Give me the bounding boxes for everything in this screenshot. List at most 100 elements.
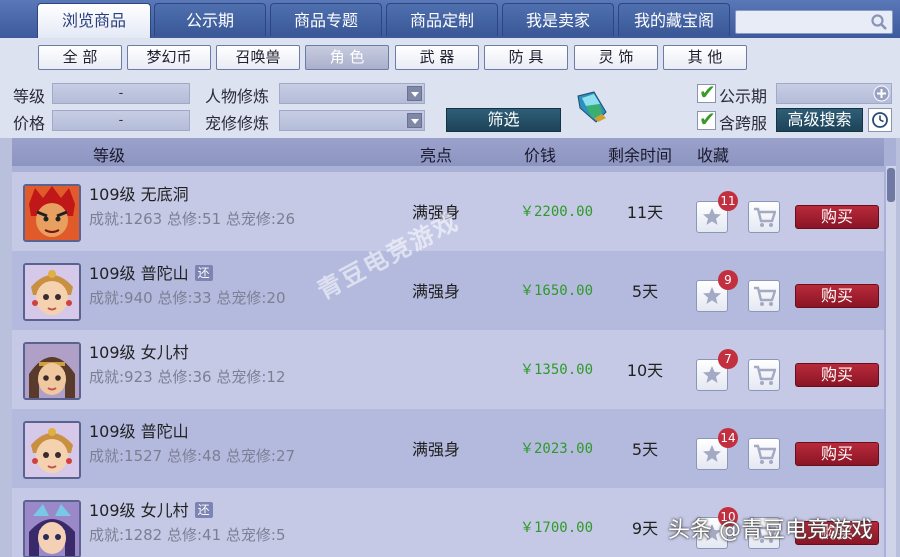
char-cultivation-select[interactable]	[279, 83, 425, 104]
plus-icon[interactable]	[873, 85, 890, 102]
pet-cultivation-select[interactable]	[279, 110, 425, 131]
scrollbar-thumb[interactable]	[887, 168, 895, 202]
filter-button[interactable]: 筛选	[446, 108, 561, 132]
category-coins[interactable]: 梦幻币	[127, 45, 211, 70]
price: ￥2023.00	[520, 441, 594, 457]
star-icon	[703, 366, 721, 383]
category-other[interactable]: 其 他	[663, 45, 747, 70]
character-stats: 成就:923 总修:36 总宠修:12	[89, 368, 286, 386]
cross-server-checkbox[interactable]	[697, 107, 716, 131]
category-all[interactable]: 全 部	[38, 45, 122, 70]
pet-cultivation-label: 宠修修炼	[205, 114, 270, 133]
cart-button[interactable]	[748, 438, 780, 470]
table-row[interactable]: 109级 普陀山还 成就:940 总修:33 总宠修:20 满强身 ￥1650.…	[12, 251, 884, 330]
character-stats: 成就:1282 总修:41 总宠修:5	[89, 526, 286, 544]
price: ￥1350.00	[520, 362, 594, 378]
highlight-text: 满强身	[412, 282, 461, 301]
buy-button[interactable]: 购买	[795, 442, 879, 466]
returned-badge: 还	[194, 502, 213, 518]
top-tab-bar: 浏览商品 公示期 商品专题 商品定制 我是卖家 我的藏宝阁	[0, 0, 900, 38]
col-favorite: 收藏	[697, 146, 730, 165]
character-stats: 成就:1527 总修:48 总宠修:27	[89, 447, 296, 465]
filter-panel: 等级 - 价格 - 人物修炼 宠修修炼 筛选 公示期 含跨服 高级搜索	[0, 76, 900, 138]
category-armor[interactable]: 防 具	[484, 45, 568, 70]
category-character[interactable]: 角 色	[305, 45, 389, 70]
cart-icon	[754, 365, 776, 385]
price-range-input[interactable]: -	[52, 110, 190, 131]
tab-topics[interactable]: 商品专题	[270, 3, 382, 36]
character-stats: 成就:940 总修:33 总宠修:20	[89, 289, 286, 307]
price: ￥2200.00	[520, 204, 594, 220]
star-icon	[703, 445, 721, 462]
category-accessories[interactable]: 灵 饰	[574, 45, 658, 70]
public-period-label: 公示期	[719, 87, 768, 106]
clock-icon	[872, 112, 888, 128]
source-caption: 头条 @青豆电竞游戏	[668, 518, 873, 543]
remaining-time: 10天	[626, 361, 664, 380]
cart-icon	[754, 444, 776, 464]
public-period-select[interactable]	[776, 83, 892, 104]
avatar	[23, 263, 81, 321]
character-title: 109级 女儿村还	[89, 497, 213, 521]
char-cultivation-label: 人物修炼	[205, 87, 270, 106]
price: ￥1650.00	[520, 283, 594, 299]
cross-server-label: 含跨服	[719, 114, 768, 133]
cart-icon	[754, 207, 776, 227]
tab-custom[interactable]: 商品定制	[386, 3, 498, 36]
remaining-time: 11天	[626, 203, 664, 222]
search-icon[interactable]	[870, 13, 888, 31]
remaining-time: 5天	[631, 282, 659, 301]
category-weapons[interactable]: 武 器	[395, 45, 479, 70]
remaining-time: 5天	[631, 440, 659, 459]
cart-icon	[754, 286, 776, 306]
highlight-text: 满强身	[412, 440, 461, 459]
tab-public[interactable]: 公示期	[154, 3, 266, 36]
avatar	[23, 342, 81, 400]
level-label: 等级	[13, 87, 46, 106]
star-icon	[703, 287, 721, 304]
col-level: 等级	[93, 146, 126, 165]
favorite-count-badge: 11	[718, 191, 738, 211]
col-highlight: 亮点	[420, 146, 453, 165]
star-icon	[703, 208, 721, 225]
buy-button[interactable]: 购买	[795, 363, 879, 387]
character-title: 109级 女儿村	[89, 343, 189, 362]
col-price: 价钱	[524, 146, 557, 165]
character-title: 109级 普陀山	[89, 422, 189, 441]
category-bar: 全 部 梦幻币 召唤兽 角 色 武 器 防 具 灵 饰 其 他	[0, 38, 900, 76]
gem-icon	[577, 91, 607, 123]
avatar	[23, 421, 81, 479]
avatar	[23, 500, 81, 557]
search-input[interactable]	[735, 10, 893, 34]
tab-my-treasure[interactable]: 我的藏宝阁	[618, 3, 730, 36]
buy-button[interactable]: 购买	[795, 205, 879, 229]
character-stats: 成就:1263 总修:51 总宠修:26	[89, 210, 296, 228]
favorite-count-badge: 7	[718, 349, 738, 369]
table-row[interactable]: 109级 普陀山 成就:1527 总修:48 总宠修:27 满强身 ￥2023.…	[12, 409, 884, 488]
col-remaining: 剩余时间	[608, 146, 673, 165]
list-scrollbar[interactable]	[886, 166, 896, 557]
tab-seller[interactable]: 我是卖家	[502, 3, 614, 36]
favorite-count-badge: 9	[718, 270, 738, 290]
level-range-input[interactable]: -	[52, 83, 190, 104]
favorite-count-badge: 14	[718, 428, 738, 448]
returned-badge: 还	[194, 265, 213, 281]
public-period-checkbox[interactable]	[697, 80, 716, 104]
character-title: 109级 普陀山还	[89, 260, 213, 284]
category-pets[interactable]: 召唤兽	[216, 45, 300, 70]
cart-button[interactable]	[748, 201, 780, 233]
history-button[interactable]	[868, 108, 892, 132]
product-list: 等级 亮点 价钱 剩余时间 收藏 109级 无底洞 成就:1263 总修:51 …	[12, 138, 896, 557]
cart-button[interactable]	[748, 359, 780, 391]
list-header: 等级 亮点 价钱 剩余时间 收藏	[12, 138, 884, 166]
chevron-down-icon	[407, 86, 422, 101]
buy-button[interactable]: 购买	[795, 284, 879, 308]
character-title: 109级 无底洞	[89, 185, 189, 204]
price: ￥1700.00	[520, 520, 594, 536]
cart-button[interactable]	[748, 280, 780, 312]
tab-browse[interactable]: 浏览商品	[37, 3, 151, 38]
avatar	[23, 184, 81, 242]
price-label: 价格	[13, 114, 46, 133]
advanced-search-button[interactable]: 高级搜索	[776, 108, 863, 132]
table-row[interactable]: 109级 女儿村 成就:923 总修:36 总宠修:12 ￥1350.00 10…	[12, 330, 884, 409]
